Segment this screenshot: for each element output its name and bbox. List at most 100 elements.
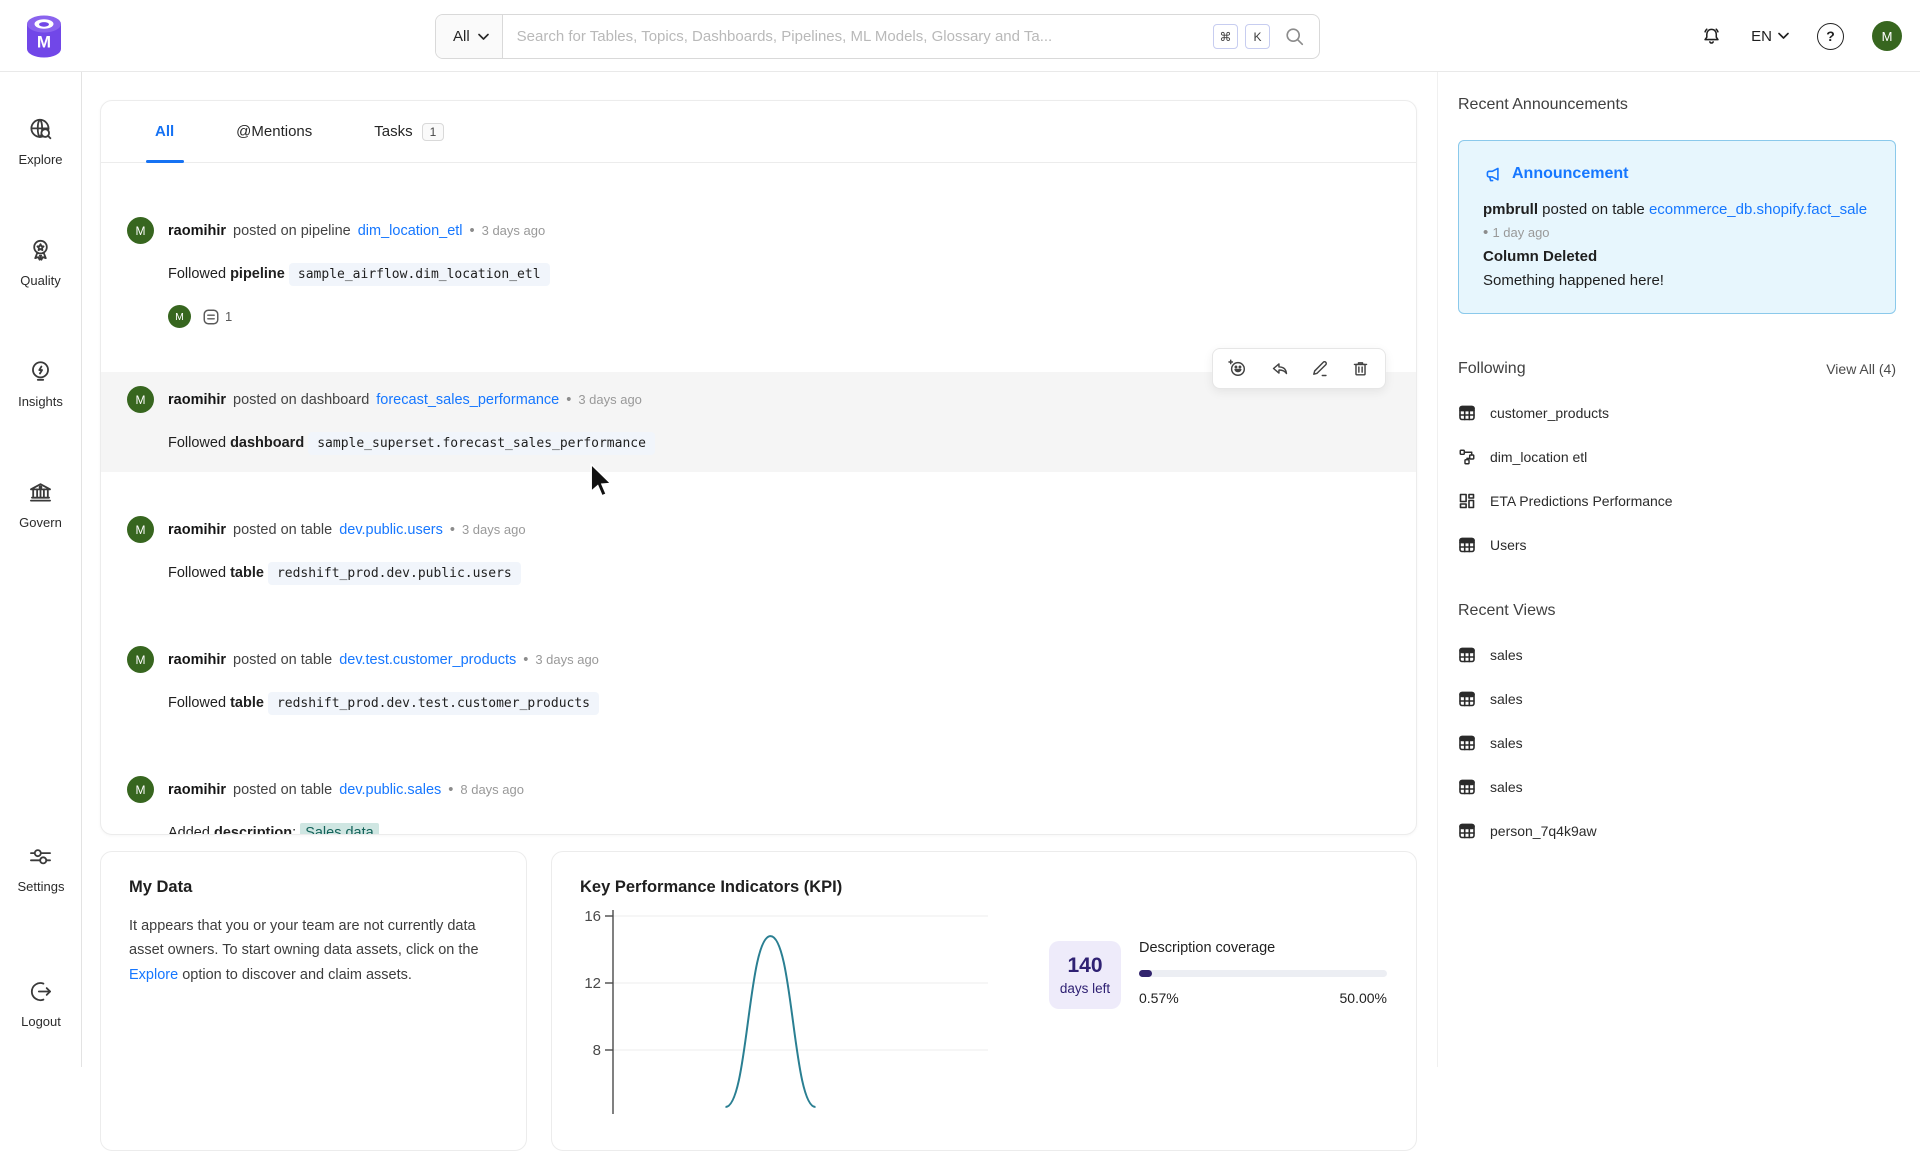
announcements-section-title: Recent Announcements [1458,96,1896,114]
edit-pencil-icon[interactable] [1310,359,1329,378]
tab-mentions[interactable]: @Mentions [236,101,312,162]
table-icon [1458,734,1476,752]
help-button[interactable]: ? [1817,23,1844,50]
recent-view-item[interactable]: sales [1458,646,1896,664]
table-icon [1458,404,1476,422]
table-icon [1458,690,1476,708]
recent-view-item[interactable]: sales [1458,778,1896,796]
feed-action: posted on dashboard [233,392,369,408]
feed-user: raomihir [168,522,226,538]
delete-trash-icon[interactable] [1351,359,1370,378]
announcement-description: Something happened here! [1483,269,1871,292]
search-filter-dropdown[interactable]: All [436,15,503,58]
fqn-chip: sample_superset.forecast_sales_performan… [308,432,655,455]
svg-text:M: M [37,33,51,52]
days-left-badge: 140 days left [1049,941,1121,1009]
feed-user: raomihir [168,652,226,668]
coverage-current: 0.57% [1139,990,1179,1006]
comment-count-button[interactable]: 1 [202,308,232,326]
sidebar-item-quality[interactable]: Quality [20,237,60,288]
dashboard-icon [1458,492,1476,510]
feed-entity-link[interactable]: dev.public.users [339,522,443,538]
following-view-all-link[interactable]: View All (4) [1826,361,1896,377]
dot-separator: • [523,652,528,668]
feed-entity-link[interactable]: dev.test.customer_products [339,652,516,668]
explore-link[interactable]: Explore [129,967,178,983]
logo-cylinder-icon: M [20,12,68,60]
following-list: customer_products dim_location etl ETA P… [1458,404,1896,554]
reply-icon[interactable] [1269,359,1288,378]
recent-view-item[interactable]: sales [1458,734,1896,752]
coverage-progress-fill [1139,970,1152,977]
following-item[interactable]: customer_products [1458,404,1896,422]
my-data-title: My Data [129,878,498,897]
sidebar-item-settings[interactable]: Settings [18,843,65,894]
fqn-chip: redshift_prod.dev.public.users [268,562,521,585]
table-icon [1458,778,1476,796]
sidebar-item-insights[interactable]: Insights [18,358,63,409]
coverage-label: Description coverage [1139,940,1387,956]
feed-timestamp: 3 days ago [462,522,526,537]
dot-separator: • [470,223,475,239]
dot-separator: • [450,522,455,538]
announcement-timestamp: 1 day ago [1492,225,1549,240]
my-data-card: My Data It appears that you or your team… [100,851,527,1151]
sidebar-bottom: Settings Logout [0,843,82,1029]
feed-entry: M raomihir posted on table dev.test.cust… [101,632,1416,732]
header-actions: EN ? M [1700,0,1902,72]
logout-icon [27,978,54,1005]
insights-bulb-icon [27,358,54,385]
feed-entity-link[interactable]: dev.public.sales [339,782,441,798]
recent-views-list: sales sales sales sales [1458,646,1896,840]
feed-timestamp: 3 days ago [535,652,599,667]
sidebar-item-logout[interactable]: Logout [21,978,61,1029]
avatar: M [127,776,154,803]
feed-entity-link[interactable]: forecast_sales_performance [376,392,559,408]
announcement-user: pmbrull [1483,201,1538,218]
feed-action: posted on table [233,782,332,798]
fqn-chip: redshift_prod.dev.test.customer_products [268,692,599,715]
feed-tabs: All @Mentions Tasks 1 [101,101,1416,163]
notifications-bell-icon[interactable] [1700,25,1723,48]
sidebar-item-govern[interactable]: Govern [19,479,62,530]
language-label: EN [1751,28,1772,45]
following-item[interactable]: ETA Predictions Performance [1458,492,1896,510]
recent-view-item[interactable]: person_7q4k9aw [1458,822,1896,840]
recent-views-section-title: Recent Views [1458,602,1896,620]
y-tick-16: 16 [584,908,601,925]
days-left-value: 140 [1067,954,1102,978]
feed-entry: M raomihir posted on table dev.public.us… [101,502,1416,602]
recent-view-item[interactable]: sales [1458,690,1896,708]
quality-medal-icon [27,237,54,264]
settings-sliders-icon [27,843,54,870]
announcement-entity-link[interactable]: ecommerce_db.shopify.fact_sale [1649,201,1867,218]
feed-action: posted on pipeline [233,223,351,239]
search-input[interactable] [503,28,1213,45]
tab-tasks[interactable]: Tasks 1 [374,101,444,162]
sidebar-item-explore[interactable]: Explore [18,116,62,167]
feed-entry: M raomihir posted on dashboard forecast_… [101,372,1416,472]
announcement-title: Column Deleted [1483,245,1871,268]
kpi-line-chart: 16 12 8 [578,888,1018,1114]
tab-all[interactable]: All [155,101,174,162]
chevron-down-icon [1778,32,1789,40]
chevron-down-icon [478,33,489,41]
kpi-series-line [726,936,816,1107]
avatar: M [127,646,154,673]
emoji-reaction-icon[interactable] [1228,359,1247,378]
following-item[interactable]: dim_location etl [1458,448,1896,466]
k-key-badge: K [1245,24,1270,49]
tasks-count-badge: 1 [422,123,445,141]
following-item[interactable]: Users [1458,536,1896,554]
user-avatar[interactable]: M [1872,21,1902,51]
search-icon [1285,27,1304,46]
comment-icon [202,308,220,326]
feed-action: posted on table [233,522,332,538]
language-selector[interactable]: EN [1751,28,1789,45]
avatar: M [127,217,154,244]
avatar: M [127,386,154,413]
feed-entity-link[interactable]: dim_location_etl [358,223,463,239]
openmetadata-logo[interactable]: M [20,12,68,60]
feed-user: raomihir [168,223,226,239]
dot-separator: • [1483,224,1488,241]
